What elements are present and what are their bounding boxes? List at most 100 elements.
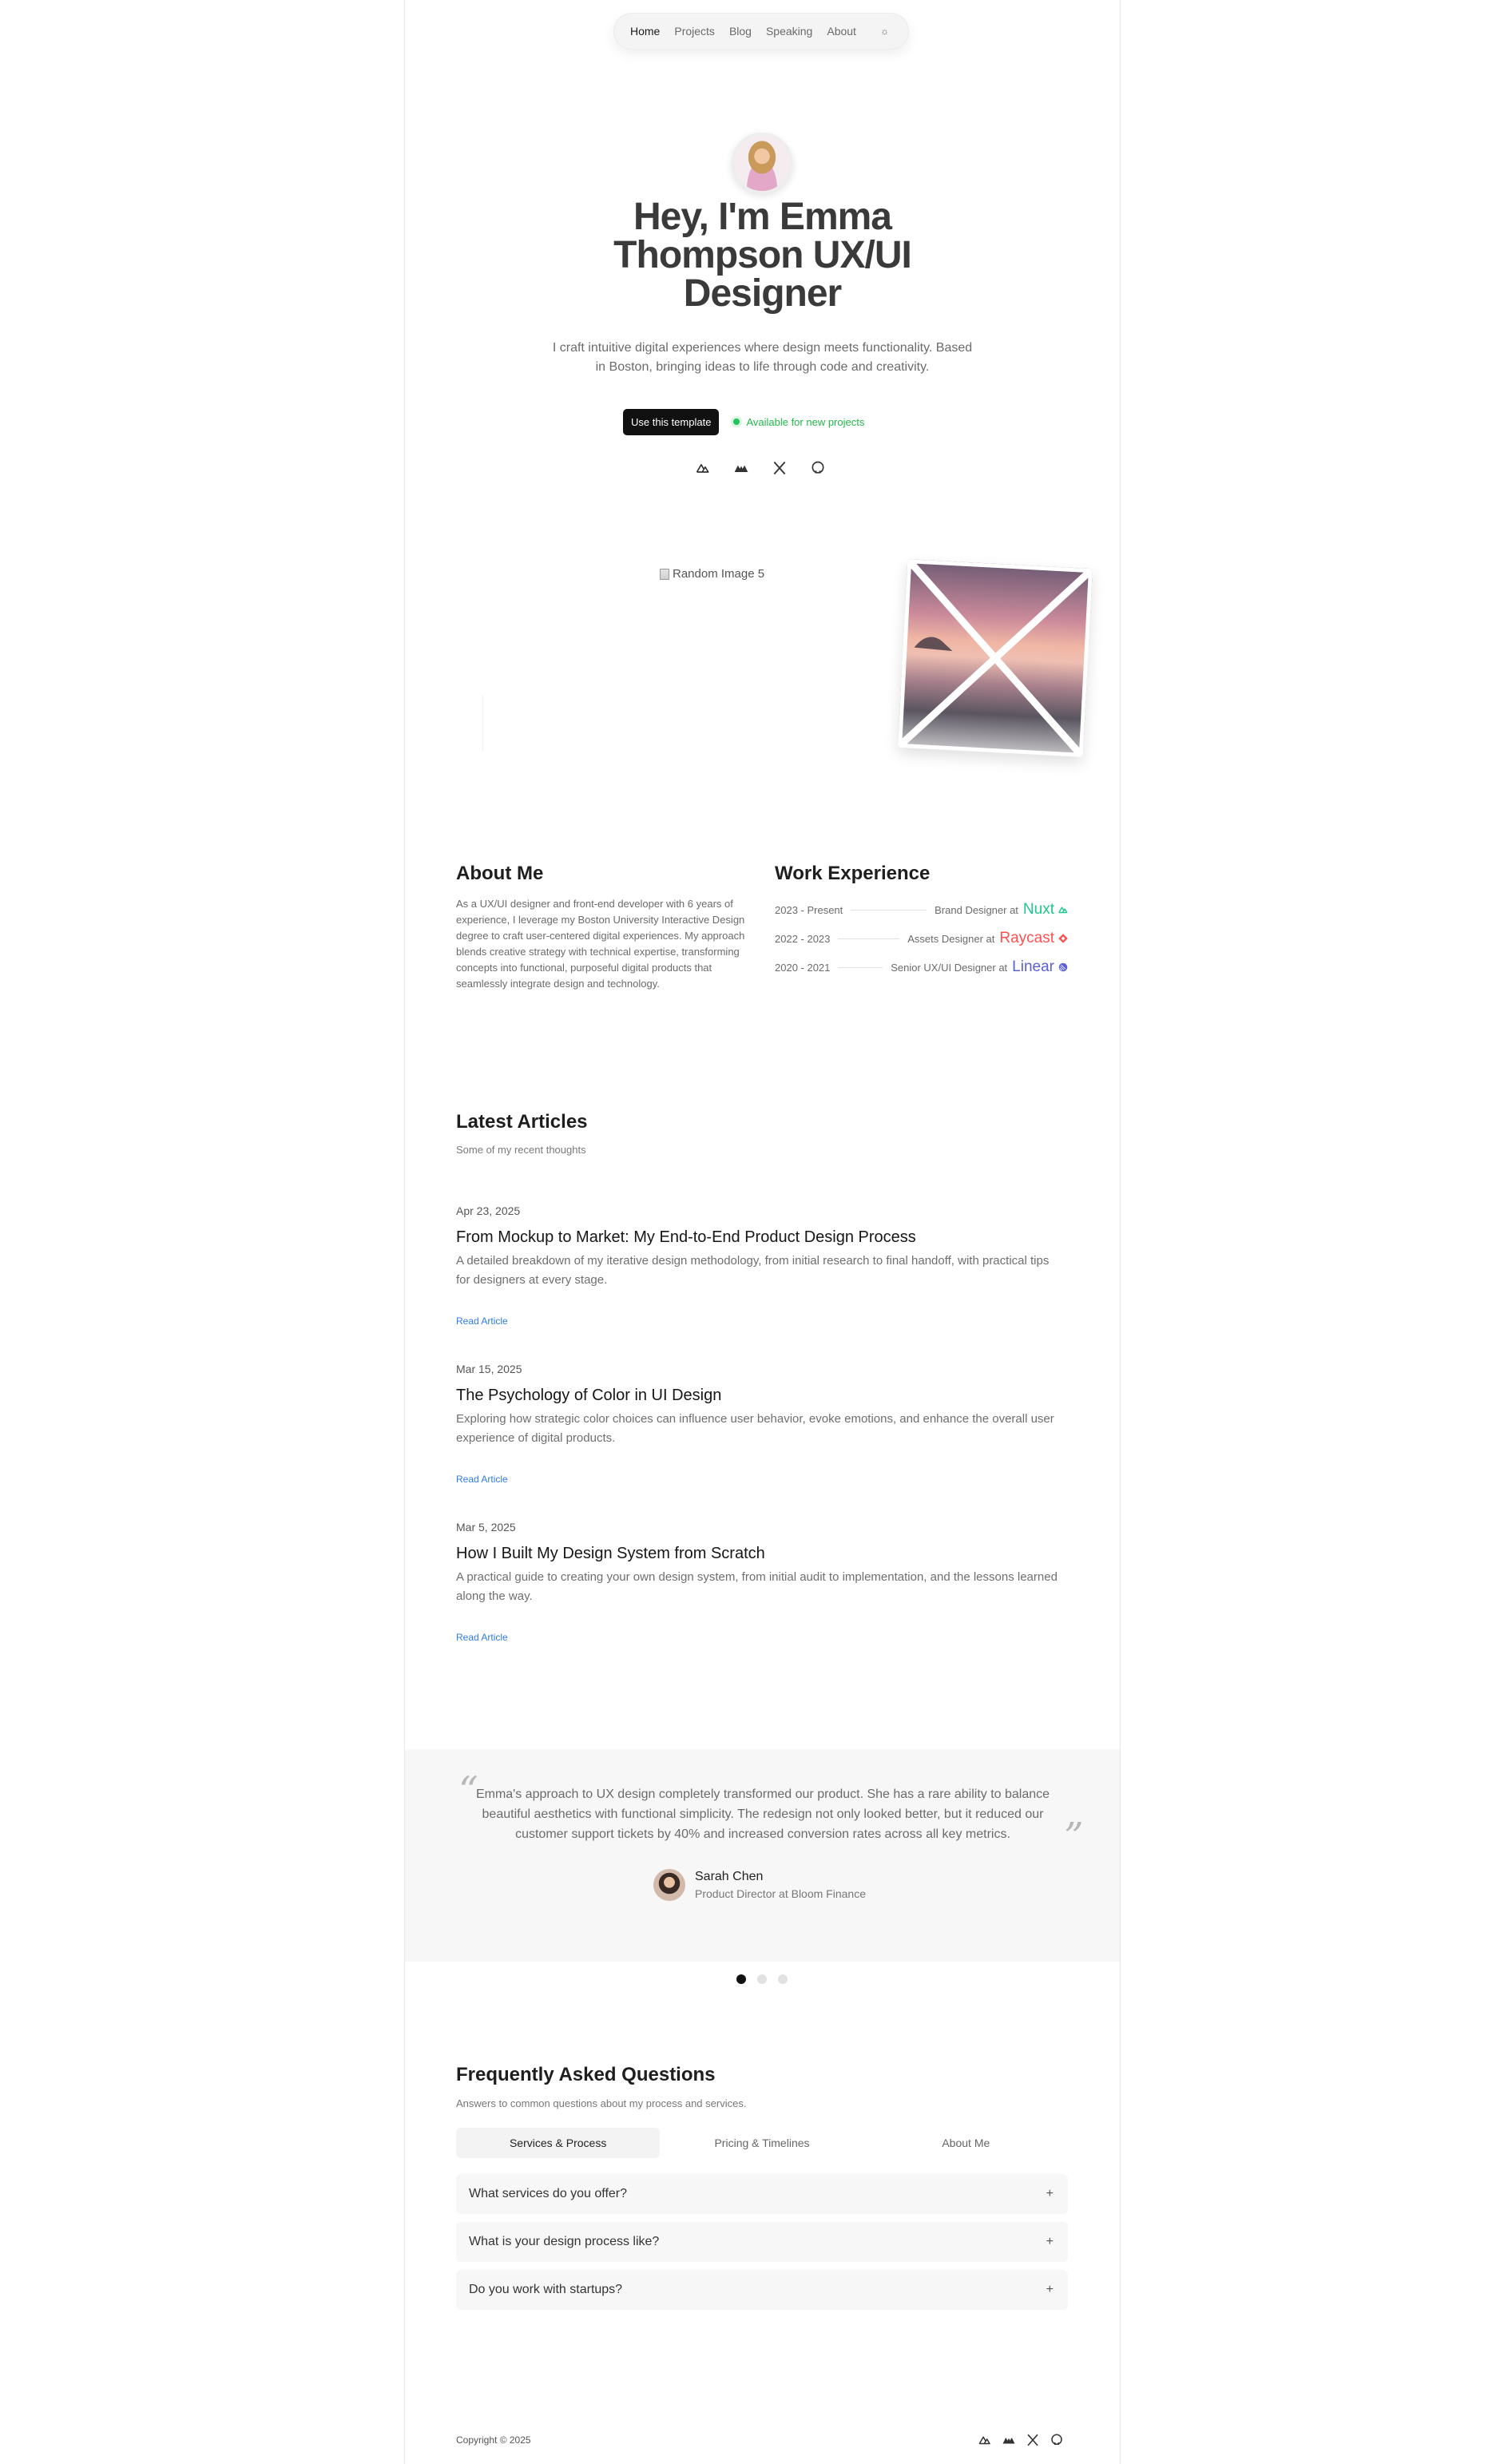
profile-avatar bbox=[732, 133, 792, 193]
raycast-icon bbox=[1058, 934, 1068, 943]
hero-subtitle: I craft intuitive digital experiences wh… bbox=[552, 341, 973, 374]
availability-status: Available for new projects bbox=[733, 416, 864, 428]
use-template-button[interactable]: Use this template bbox=[623, 408, 720, 435]
company-nuxt[interactable]: Nuxt bbox=[1023, 901, 1069, 919]
article-title[interactable]: How I Built My Design System from Scratc… bbox=[456, 1545, 1063, 1563]
github-icon[interactable] bbox=[1050, 2433, 1064, 2447]
carousel-dot-2[interactable] bbox=[757, 1974, 767, 1984]
hero-social-links bbox=[695, 460, 826, 476]
read-article-link[interactable]: Read Article bbox=[456, 1315, 508, 1327]
faq-item[interactable]: Do you work with startups? + bbox=[456, 2270, 1068, 2310]
carousel-dots bbox=[736, 1974, 788, 1984]
close-quote-icon: ” bbox=[1064, 1815, 1084, 1859]
faq-question: What is your design process like? bbox=[469, 2235, 660, 2248]
company-linear[interactable]: Linear bbox=[1012, 958, 1069, 976]
x-icon[interactable] bbox=[772, 460, 788, 476]
avatar bbox=[653, 1869, 685, 1901]
top-navigation: Home Projects Blog Speaking About ☼ bbox=[613, 13, 909, 50]
faq-question: Do you work with startups? bbox=[469, 2283, 623, 2296]
plus-icon: + bbox=[1046, 2187, 1054, 2200]
testimonial-section bbox=[405, 1749, 1120, 1962]
faq-question: What services do you offer? bbox=[469, 2187, 628, 2200]
nav-blog[interactable]: Blog bbox=[729, 25, 752, 38]
work-item: 2022 - 2023 Assets Designer at Raycast bbox=[775, 924, 1069, 953]
status-dot-icon bbox=[733, 419, 740, 425]
company-raycast[interactable]: Raycast bbox=[999, 930, 1069, 947]
divider-line bbox=[851, 909, 927, 911]
article-title[interactable]: The Psychology of Color in UI Design bbox=[456, 1387, 1063, 1405]
github-icon[interactable] bbox=[810, 460, 826, 476]
tab-pricing-timelines[interactable]: Pricing & Timelines bbox=[660, 2128, 863, 2158]
faq-item[interactable]: What services do you offer? + bbox=[456, 2174, 1068, 2214]
beach-photo-card bbox=[897, 559, 1093, 757]
broken-image: Random Image 5 bbox=[660, 567, 764, 581]
read-article-link[interactable]: Read Article bbox=[456, 1632, 508, 1643]
articles-subtitle: Some of my recent thoughts bbox=[456, 1144, 586, 1156]
carousel-dot-3[interactable] bbox=[778, 1974, 788, 1984]
article-description: A detailed breakdown of my iterative des… bbox=[456, 1254, 1050, 1287]
nuxt-icon bbox=[1058, 907, 1068, 914]
nav-projects[interactable]: Projects bbox=[674, 25, 715, 38]
work-title: Work Experience bbox=[775, 863, 931, 884]
article-description: A practical guide to creating your own d… bbox=[456, 1570, 1058, 1603]
about-title: About Me bbox=[456, 863, 544, 884]
hero-title: Hey, I'm Emma Thompson UX/UI Designer bbox=[613, 196, 912, 315]
work-period: 2023 - Present bbox=[775, 903, 843, 916]
carousel-dot-1[interactable] bbox=[736, 1974, 746, 1984]
nav-home[interactable]: Home bbox=[630, 25, 660, 38]
nav-about[interactable]: About bbox=[827, 25, 856, 38]
x-icon[interactable] bbox=[1026, 2433, 1040, 2447]
copyright-text: Copyright © 2025 bbox=[456, 2434, 531, 2446]
faq-title: Frequently Asked Questions bbox=[456, 2064, 716, 2085]
plus-icon: + bbox=[1046, 2283, 1054, 2296]
nuxt-icon[interactable] bbox=[695, 460, 711, 476]
faq-tabs: Services & Process Pricing & Timelines A… bbox=[456, 2128, 1068, 2158]
company-name: Raycast bbox=[999, 930, 1054, 946]
divider-line bbox=[838, 966, 883, 968]
articles-title: Latest Articles bbox=[456, 1111, 588, 1133]
about-text: As a UX/UI designer and front-end develo… bbox=[456, 898, 745, 990]
testimonial-author: Sarah Chen Product Director at Bloom Fin… bbox=[653, 1869, 866, 1901]
company-name: Nuxt bbox=[1022, 901, 1054, 918]
ghost-icon[interactable] bbox=[1002, 2433, 1016, 2447]
article-item: Mar 15, 2025 The Psychology of Color in … bbox=[456, 1363, 1063, 1486]
work-period: 2022 - 2023 bbox=[775, 932, 831, 945]
work-period: 2020 - 2021 bbox=[775, 961, 831, 974]
nuxt-icon[interactable] bbox=[978, 2433, 992, 2447]
article-description: Exploring how strategic color choices ca… bbox=[456, 1412, 1054, 1445]
photo-overlay bbox=[897, 559, 1093, 757]
ghost-icon[interactable] bbox=[733, 460, 749, 476]
work-item: 2023 - Present Brand Designer at Nuxt bbox=[775, 895, 1069, 924]
divider-line bbox=[838, 938, 900, 939]
article-date: Mar 5, 2025 bbox=[456, 1521, 516, 1534]
article-date: Apr 23, 2025 bbox=[456, 1204, 521, 1217]
article-item: Mar 5, 2025 How I Built My Design System… bbox=[456, 1521, 1063, 1645]
work-role: Brand Designer at bbox=[935, 903, 1018, 916]
article-date: Mar 15, 2025 bbox=[456, 1363, 522, 1375]
testimonial-text: Emma's approach to UX design completely … bbox=[475, 1787, 1050, 1841]
author-role: Product Director at Bloom Finance bbox=[695, 1887, 866, 1900]
work-list: 2023 - Present Brand Designer at Nuxt 20… bbox=[775, 895, 1069, 982]
linear-icon bbox=[1058, 962, 1068, 972]
author-name: Sarah Chen bbox=[695, 1870, 764, 1883]
footer-social-links bbox=[978, 2433, 1064, 2447]
faq-item[interactable]: What is your design process like? + bbox=[456, 2222, 1068, 2262]
hero-cta-row: Use this template Available for new proj… bbox=[623, 408, 864, 435]
article-title[interactable]: From Mockup to Market: My End-to-End Pro… bbox=[456, 1228, 1063, 1247]
tab-about-me[interactable]: About Me bbox=[864, 2128, 1068, 2158]
company-name: Linear bbox=[1012, 958, 1054, 975]
plus-icon: + bbox=[1046, 2235, 1054, 2248]
work-role: Assets Designer at bbox=[907, 932, 995, 945]
broken-image-icon bbox=[660, 568, 669, 580]
sun-icon[interactable]: ☼ bbox=[880, 26, 889, 37]
article-item: Apr 23, 2025 From Mockup to Market: My E… bbox=[456, 1204, 1063, 1328]
availability-text: Available for new projects bbox=[746, 415, 865, 428]
nav-speaking[interactable]: Speaking bbox=[766, 25, 812, 38]
faq-subtitle: Answers to common questions about my pro… bbox=[456, 2097, 747, 2109]
faint-image-edge bbox=[482, 695, 506, 751]
work-role: Senior UX/UI Designer at bbox=[891, 961, 1008, 974]
work-item: 2020 - 2021 Senior UX/UI Designer at Lin… bbox=[775, 953, 1069, 982]
read-article-link[interactable]: Read Article bbox=[456, 1474, 508, 1485]
tab-services-process[interactable]: Services & Process bbox=[456, 2128, 661, 2158]
broken-image-alt: Random Image 5 bbox=[673, 567, 765, 581]
